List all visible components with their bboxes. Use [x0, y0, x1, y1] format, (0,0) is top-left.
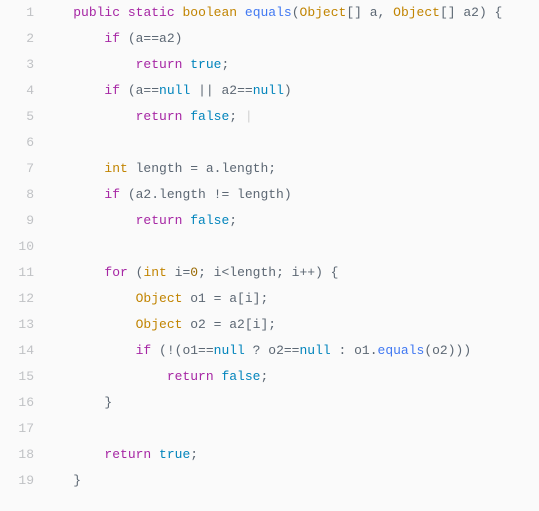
code-line: Object o1 = a[i];: [42, 286, 502, 312]
line-number: 9: [0, 208, 34, 234]
line-number: 15: [0, 364, 34, 390]
code-line: [42, 416, 502, 442]
code-line: if (a==a2): [42, 26, 502, 52]
line-number: 13: [0, 312, 34, 338]
line-number: 1: [0, 0, 34, 26]
line-number: 7: [0, 156, 34, 182]
line-number: 4: [0, 78, 34, 104]
line-number: 5: [0, 104, 34, 130]
line-number-gutter: 12345678910111213141516171819: [0, 0, 42, 494]
code-line: int length = a.length;: [42, 156, 502, 182]
code-line: for (int i=0; i<length; i++) {: [42, 260, 502, 286]
code-line: public static boolean equals(Object[] a,…: [42, 0, 502, 26]
code-line: return true;: [42, 442, 502, 468]
code-line: }: [42, 468, 502, 494]
code-line: if (a==null || a2==null): [42, 78, 502, 104]
code-line: [42, 130, 502, 156]
code-line: return true;: [42, 52, 502, 78]
line-number: 11: [0, 260, 34, 286]
code-block: 12345678910111213141516171819 public sta…: [0, 0, 539, 494]
line-number: 14: [0, 338, 34, 364]
line-number: 3: [0, 52, 34, 78]
line-number: 2: [0, 26, 34, 52]
line-number: 6: [0, 130, 34, 156]
code-line: Object o2 = a2[i];: [42, 312, 502, 338]
line-number: 12: [0, 286, 34, 312]
code-line: return false; |: [42, 104, 502, 130]
line-number: 19: [0, 468, 34, 494]
code-line: }: [42, 390, 502, 416]
code-line: [42, 234, 502, 260]
line-number: 16: [0, 390, 34, 416]
line-number: 17: [0, 416, 34, 442]
source-code: public static boolean equals(Object[] a,…: [42, 0, 502, 494]
line-number: 10: [0, 234, 34, 260]
line-number: 18: [0, 442, 34, 468]
code-line: if (!(o1==null ? o2==null : o1.equals(o2…: [42, 338, 502, 364]
code-line: if (a2.length != length): [42, 182, 502, 208]
code-line: return false;: [42, 364, 502, 390]
line-number: 8: [0, 182, 34, 208]
code-line: return false;: [42, 208, 502, 234]
